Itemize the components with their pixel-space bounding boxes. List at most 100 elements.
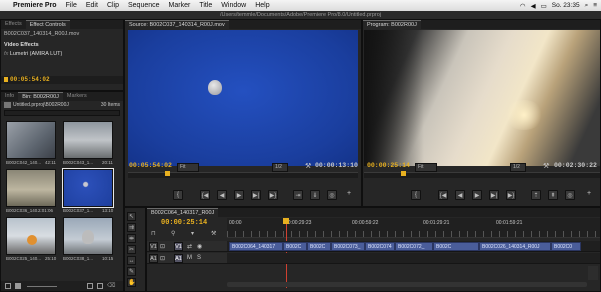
track-select-tool-icon[interactable]: ⇉ xyxy=(127,223,136,232)
timeline-clip[interactable]: B002C xyxy=(307,242,331,251)
timeline-clip[interactable]: B002C xyxy=(433,242,479,251)
menu-file[interactable]: File xyxy=(66,2,77,9)
fx-icon[interactable]: fx xyxy=(4,51,8,57)
step-forward-button[interactable]: ▶| xyxy=(251,190,261,200)
export-frame-button[interactable]: ◎ xyxy=(565,190,575,200)
tab-markers[interactable]: Markers xyxy=(63,92,91,101)
menu-sequence[interactable]: Sequence xyxy=(128,2,160,9)
menu-help[interactable]: Help xyxy=(255,2,269,9)
eye-icon[interactable]: ◉ xyxy=(197,243,202,250)
effect-timecode[interactable]: 00:05:54:02 xyxy=(10,76,50,83)
step-back-button[interactable]: ◀ xyxy=(217,190,227,200)
volume-icon[interactable]: ◀ xyxy=(531,2,536,10)
tab-sequence[interactable]: B002C064_140317_R00J xyxy=(147,208,219,217)
clip-thumbnail-selected[interactable] xyxy=(62,168,114,208)
go-to-out-button[interactable]: ▶} xyxy=(506,190,516,200)
lock-icon[interactable]: ⊡ xyxy=(160,255,165,262)
menu-window[interactable]: Window xyxy=(221,2,246,9)
hand-tool-icon[interactable]: ✋ xyxy=(127,278,136,287)
play-button[interactable]: ▶ xyxy=(472,190,482,200)
effect-name[interactable]: Lumetri (AMIRA LUT) xyxy=(10,51,63,57)
selection-tool-icon[interactable]: ↖ xyxy=(127,212,136,221)
source-patch-a1[interactable]: A1 xyxy=(149,254,158,263)
icon-view-icon[interactable] xyxy=(15,283,21,289)
source-time-ruler[interactable] xyxy=(128,172,358,178)
menu-marker[interactable]: Marker xyxy=(169,2,191,9)
program-video-frame[interactable] xyxy=(364,30,600,166)
timeline-timecode[interactable]: 00:00:25:14 xyxy=(161,219,207,227)
slip-tool-icon[interactable]: ↔ xyxy=(127,256,136,265)
app-menu[interactable]: Premiere Pro xyxy=(13,2,57,9)
ripple-edit-tool-icon[interactable]: ⇹ xyxy=(127,234,136,243)
battery-icon[interactable]: ▭ xyxy=(541,2,547,10)
source-video-frame[interactable] xyxy=(128,30,358,166)
program-time-ruler[interactable] xyxy=(364,172,600,178)
lift-button[interactable]: ⇡ xyxy=(531,190,541,200)
insert-button[interactable]: ⇥ xyxy=(293,190,303,200)
search-icon[interactable]: ⌕ xyxy=(585,2,589,10)
source-fit-select[interactable]: Fit xyxy=(177,163,199,172)
tab-info[interactable]: Info xyxy=(1,92,18,101)
clip-thumbnail[interactable] xyxy=(6,121,56,159)
wrench-icon[interactable]: ⚒ xyxy=(305,162,311,170)
tab-effect-controls[interactable]: Effect Controls xyxy=(25,20,70,29)
tab-bin[interactable]: Bin: B002R00J xyxy=(18,92,63,101)
lock-icon[interactable]: ⊡ xyxy=(160,243,165,250)
clip-thumbnail[interactable] xyxy=(6,169,56,207)
go-to-out-button[interactable]: ▶} xyxy=(268,190,278,200)
overwrite-button[interactable]: ⇓ xyxy=(310,190,320,200)
timeline-clip[interactable]: B002C0 xyxy=(551,242,581,251)
track-target-v1[interactable]: V1 xyxy=(174,242,183,251)
menu-list-icon[interactable]: ≡ xyxy=(593,2,597,9)
razor-tool-icon[interactable]: ✂ xyxy=(127,245,136,254)
extract-button[interactable]: ⇞ xyxy=(548,190,558,200)
wrench-icon[interactable]: ⚒ xyxy=(543,162,549,170)
add-marker-icon[interactable]: ▾ xyxy=(191,230,194,237)
step-back-button[interactable]: ◀ xyxy=(455,190,465,200)
mark-in-button[interactable]: { xyxy=(411,190,421,200)
export-frame-button[interactable]: ◎ xyxy=(327,190,337,200)
timeline-clip[interactable]: B002C072_ xyxy=(395,242,433,251)
sync-lock-icon[interactable]: ⇄ xyxy=(187,243,192,250)
clip-thumbnail[interactable] xyxy=(63,121,113,159)
timeline-clip[interactable]: B002C026_140314_R00J xyxy=(479,242,551,251)
clip-thumbnail[interactable] xyxy=(6,217,56,255)
add-button-icon[interactable]: + xyxy=(587,190,591,197)
timeline-clip[interactable]: B002C064_140317 xyxy=(229,242,283,251)
timeline-horizontal-scrollbar[interactable] xyxy=(227,282,587,287)
program-timecode-in[interactable]: 00:00:25:14 xyxy=(367,162,410,169)
source-timecode-in[interactable]: 00:05:54:02 xyxy=(129,162,172,169)
mark-in-button[interactable]: { xyxy=(173,190,183,200)
trash-icon[interactable]: ⌫ xyxy=(107,283,115,289)
step-forward-button[interactable]: ▶| xyxy=(489,190,499,200)
play-button[interactable]: ▶ xyxy=(234,190,244,200)
bin-search-input[interactable] xyxy=(4,110,120,116)
source-resolution-select[interactable]: 1/2 xyxy=(272,163,288,172)
timeline-vertical-scrollbar[interactable] xyxy=(588,266,598,280)
timeline-settings-icon[interactable]: ⚒ xyxy=(211,230,216,237)
go-to-in-button[interactable]: {◀ xyxy=(200,190,210,200)
playhead-icon[interactable] xyxy=(401,171,406,176)
audio-track[interactable] xyxy=(227,253,600,264)
clock[interactable]: So. 23:35 xyxy=(552,2,580,9)
track-target-a1[interactable]: A1 xyxy=(174,254,183,263)
new-bin-icon[interactable] xyxy=(87,283,93,289)
snap-icon[interactable]: ⊓ xyxy=(151,230,156,237)
go-to-in-button[interactable]: {◀ xyxy=(438,190,448,200)
timeline-clip[interactable]: B002C074 xyxy=(365,242,395,251)
wifi-icon[interactable]: ◠ xyxy=(520,2,526,10)
menu-title[interactable]: Title xyxy=(199,2,212,9)
program-resolution-select[interactable]: 1/2 xyxy=(510,163,526,172)
add-button-icon[interactable]: + xyxy=(347,190,351,197)
tab-program[interactable]: Program: B002R00J xyxy=(363,20,421,29)
menu-clip[interactable]: Clip xyxy=(107,2,119,9)
list-view-icon[interactable] xyxy=(5,283,11,289)
tab-effects[interactable]: Effects xyxy=(1,20,26,29)
timeline-clip[interactable]: B002C xyxy=(283,242,307,251)
pen-tool-icon[interactable]: ✎ xyxy=(127,267,136,276)
playhead-icon[interactable] xyxy=(165,171,170,176)
linked-selection-icon[interactable]: ⚲ xyxy=(171,230,175,237)
mute-icon[interactable]: M xyxy=(187,255,192,261)
program-fit-select[interactable]: Fit xyxy=(415,163,437,172)
clip-thumbnail[interactable] xyxy=(63,217,113,255)
